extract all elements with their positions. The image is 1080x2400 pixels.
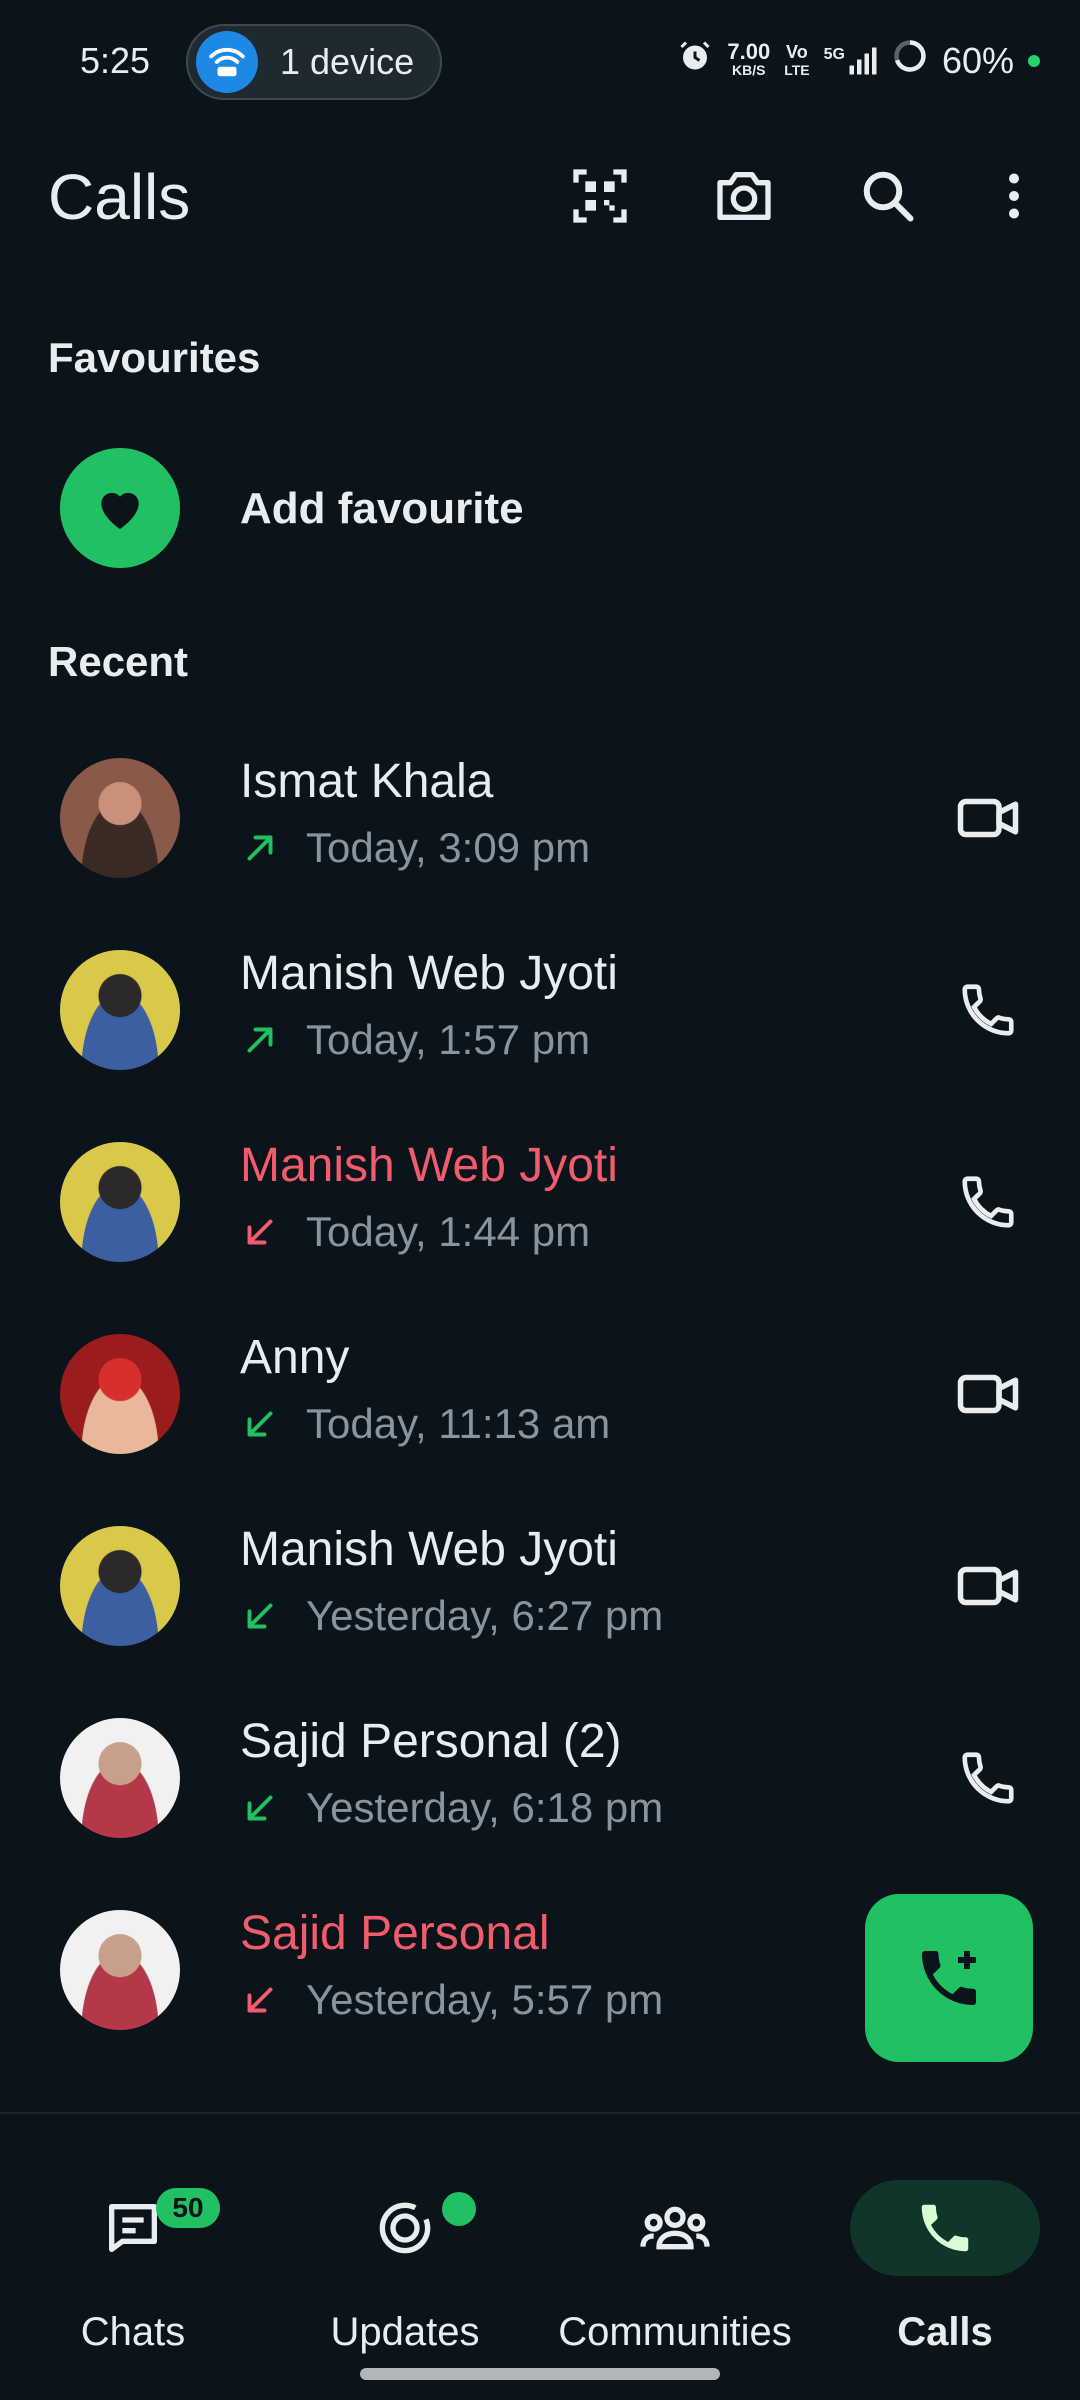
call-time: Yesterday, 6:27 pm bbox=[306, 1592, 664, 1639]
call-meta: Today, 1:44 pm bbox=[240, 1208, 590, 1256]
battery-level: 60% bbox=[941, 39, 1014, 81]
add-call-icon bbox=[922, 1951, 976, 2005]
video-call-icon[interactable] bbox=[944, 1542, 1032, 1630]
avatar[interactable] bbox=[60, 1334, 180, 1454]
add-favourite-row[interactable]: Add favourite bbox=[0, 440, 1080, 580]
call-meta: Today, 11:13 am bbox=[240, 1400, 610, 1448]
call-meta: Yesterday, 6:27 pm bbox=[240, 1592, 663, 1640]
status-bar: 5:25 1 device 7.00 KB/S Vo LTE 5G 60% bbox=[0, 0, 1080, 120]
calls-icon bbox=[850, 2180, 1040, 2276]
nav-communities[interactable]: Communities bbox=[550, 2144, 800, 2354]
avatar[interactable] bbox=[60, 1718, 180, 1838]
call-time: Today, 1:44 pm bbox=[306, 1208, 591, 1255]
net-speed: 7.00 KB/S bbox=[727, 38, 771, 78]
updates-icon bbox=[310, 2180, 500, 2276]
privacy-dot bbox=[1028, 54, 1040, 67]
hotspot-label: 1 device bbox=[280, 41, 415, 82]
nav-chats[interactable]: 50 Chats bbox=[8, 2144, 258, 2354]
nav-calls[interactable]: Calls bbox=[820, 2144, 1070, 2354]
home-indicator[interactable] bbox=[360, 2368, 720, 2380]
camera-icon[interactable] bbox=[704, 156, 784, 236]
favourites-heading: Favourites bbox=[48, 334, 261, 381]
volte-indicator: Vo LTE bbox=[784, 41, 810, 78]
call-time: Today, 1:57 pm bbox=[306, 1016, 591, 1063]
call-time: Today, 11:13 am bbox=[306, 1400, 611, 1447]
voice-call-icon[interactable] bbox=[944, 966, 1032, 1054]
unread-chats-badge: 50 bbox=[156, 2188, 220, 2228]
call-row[interactable]: Sajid Personal (2) Yesterday, 6:18 pm bbox=[0, 1696, 1080, 1888]
alarm-icon bbox=[677, 38, 713, 83]
missed-call-arrow-icon bbox=[240, 1212, 280, 1252]
search-icon[interactable] bbox=[848, 156, 928, 236]
contact-name: Manish Web Jyoti bbox=[240, 1523, 618, 1576]
voice-call-icon[interactable] bbox=[944, 1158, 1032, 1246]
status-time: 5:25 bbox=[80, 40, 151, 81]
call-meta: Today, 3:09 pm bbox=[240, 824, 590, 872]
incoming-call-arrow-icon bbox=[240, 1788, 280, 1828]
video-call-icon[interactable] bbox=[944, 774, 1032, 862]
call-row[interactable]: Anny Today, 11:13 am bbox=[0, 1312, 1080, 1504]
outgoing-call-arrow-icon bbox=[240, 1020, 280, 1060]
call-row[interactable]: Manish Web Jyoti Today, 1:44 pm bbox=[0, 1120, 1080, 1312]
updates-dot-badge bbox=[442, 2192, 476, 2226]
call-row[interactable]: Ismat Khala Today, 3:09 pm bbox=[0, 736, 1080, 928]
incoming-call-arrow-icon bbox=[240, 1404, 280, 1444]
call-time: Yesterday, 6:18 pm bbox=[306, 1784, 664, 1831]
nav-updates[interactable]: Updates bbox=[280, 2144, 530, 2354]
avatar[interactable] bbox=[60, 950, 180, 1070]
call-meta: Today, 1:57 pm bbox=[240, 1016, 590, 1064]
avatar[interactable] bbox=[60, 758, 180, 878]
nav-communities-label: Communities bbox=[558, 2310, 792, 2354]
avatar[interactable] bbox=[60, 1910, 180, 2030]
add-favourite-label: Add favourite bbox=[240, 484, 524, 533]
qr-scanner-icon[interactable] bbox=[560, 156, 640, 236]
signal-icon: 5G bbox=[824, 46, 878, 76]
recent-heading: Recent bbox=[48, 638, 189, 685]
voice-call-icon[interactable] bbox=[944, 1734, 1032, 1822]
heart-icon bbox=[60, 448, 180, 568]
avatar[interactable] bbox=[60, 1142, 180, 1262]
call-time: Today, 3:09 pm bbox=[306, 824, 591, 871]
page-title: Calls bbox=[48, 161, 191, 233]
more-options-icon[interactable] bbox=[974, 156, 1054, 236]
call-row[interactable]: Manish Web Jyoti Today, 1:57 pm bbox=[0, 928, 1080, 1120]
call-time: Yesterday, 5:57 pm bbox=[306, 1976, 664, 2023]
communities-icon bbox=[580, 2180, 770, 2276]
contact-name: Ismat Khala bbox=[240, 755, 494, 808]
missed-call-arrow-icon bbox=[240, 1980, 280, 2020]
call-meta: Yesterday, 5:57 pm bbox=[240, 1976, 663, 2024]
nav-chats-label: Chats bbox=[80, 2310, 186, 2354]
battery-ring-icon bbox=[892, 38, 928, 83]
contact-name: Sajid Personal bbox=[240, 1907, 550, 1960]
avatar[interactable] bbox=[60, 1526, 180, 1646]
video-call-icon[interactable] bbox=[944, 1350, 1032, 1438]
new-call-button[interactable] bbox=[865, 1894, 1033, 2062]
nav-updates-label: Updates bbox=[330, 2310, 480, 2354]
bottom-navigation: 50 Chats Updates Communities Calls bbox=[0, 2112, 1080, 2400]
outgoing-call-arrow-icon bbox=[240, 828, 280, 868]
contact-name: Sajid Personal (2) bbox=[240, 1715, 622, 1768]
contact-name: Anny bbox=[240, 1331, 350, 1384]
hotspot-icon bbox=[196, 31, 258, 93]
incoming-call-arrow-icon bbox=[240, 1596, 280, 1636]
nav-calls-label: Calls bbox=[897, 2310, 993, 2354]
contact-name: Manish Web Jyoti bbox=[240, 947, 618, 1000]
hotspot-indicator[interactable]: 1 device bbox=[186, 24, 442, 100]
app-header: Calls bbox=[0, 140, 1080, 250]
contact-name: Manish Web Jyoti bbox=[240, 1139, 618, 1192]
call-row[interactable]: Manish Web Jyoti Yesterday, 6:27 pm bbox=[0, 1504, 1080, 1696]
call-meta: Yesterday, 6:18 pm bbox=[240, 1784, 663, 1832]
